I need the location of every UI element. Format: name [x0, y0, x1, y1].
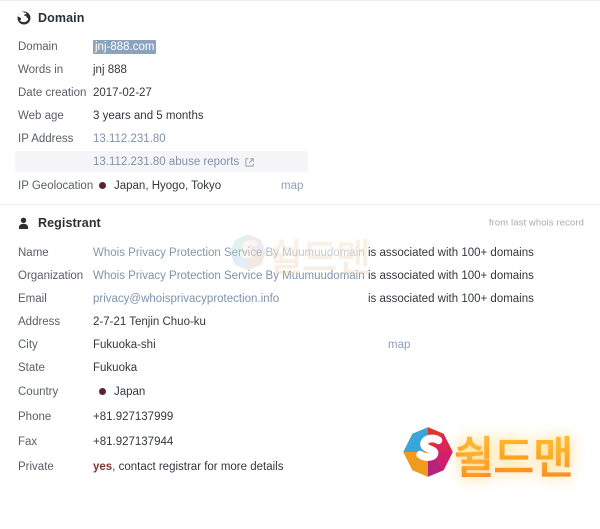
registrant-organization-link[interactable]: Whois Privacy Protection Service By Muum…	[93, 270, 365, 282]
row-label-web-age: Web age	[18, 109, 64, 122]
map-link-city[interactable]: map	[388, 339, 410, 351]
row-value-country: Japan	[93, 386, 398, 398]
table-row-city: City Fukuoka-shi map	[0, 333, 600, 356]
row-label-words-in: Words in	[18, 63, 64, 76]
external-link-icon	[244, 157, 255, 168]
row-value-words-in: jnj 888	[93, 63, 127, 76]
row-value-ip-address: 13.112.231.80	[93, 133, 398, 145]
map-link-geolocation[interactable]: map	[281, 180, 303, 192]
registrant-section-header: Registrant from last whois record	[0, 205, 600, 241]
row-label-country: Country	[18, 385, 59, 398]
table-row-country: Country Japan	[0, 379, 600, 404]
table-row-date-creation: Date creation 2017-02-27	[0, 81, 600, 104]
row-value-fax: +81.927137944	[93, 435, 174, 448]
row-value-address: 2-7-21 Tenjin Chuo-ku	[93, 315, 206, 328]
row-label-phone: Phone	[18, 410, 52, 423]
row-label-state: State	[18, 361, 45, 374]
row-value-organization: Whois Privacy Protection Service By Muum…	[93, 270, 368, 282]
abuse-reports-link[interactable]: 13.112.231.80 abuse reports	[93, 156, 239, 168]
registrant-rows: Name Whois Privacy Protection Service By…	[0, 241, 600, 479]
row-label-city: City	[18, 338, 38, 351]
table-row-organization: Organization Whois Privacy Protection Se…	[0, 264, 600, 287]
row-label-address: Address	[18, 315, 61, 328]
user-icon	[16, 216, 31, 231]
registrant-source-note: from last whois record	[488, 217, 584, 229]
row-label-email: Email	[18, 292, 47, 305]
private-note-text: , contact registrar for more details	[112, 460, 284, 473]
table-row-web-age: Web age 3 years and 5 months	[0, 104, 600, 127]
registrant-section-title: Registrant	[38, 216, 101, 230]
table-row-domain: Domain jnj-888.com	[0, 35, 600, 58]
row-value-date-creation: 2017-02-27	[93, 86, 152, 99]
domain-name-selected-text[interactable]: jnj-888.com	[93, 39, 157, 54]
table-row-fax: Fax +81.927137944	[0, 429, 600, 454]
table-row-private: Private yes, contact registrar for more …	[0, 454, 600, 479]
table-row-state: State Fukuoka	[0, 356, 600, 379]
country-dot-icon	[99, 182, 106, 189]
row-label-ip-geolocation: IP Geolocation	[18, 179, 94, 192]
table-row-address: Address 2-7-21 Tenjin Chuo-ku	[0, 310, 600, 333]
row-value-ip-geolocation: Japan, Hyogo, Tokyo	[93, 180, 398, 192]
organization-association-note: is associated with 100+ domains	[368, 269, 534, 282]
row-value-city: Fukuoka-shi	[93, 338, 156, 351]
row-label-date-creation: Date creation	[18, 86, 87, 99]
row-label-private: Private	[18, 460, 54, 473]
row-value-email: privacy@whoisprivacyprotection.info	[93, 293, 368, 305]
private-yes-value: yes	[93, 460, 113, 473]
table-row-words-in: Words in jnj 888	[0, 58, 600, 81]
row-label-fax: Fax	[18, 435, 38, 448]
whois-result-panel: Domain Domain jnj-888.com Words in jnj 8…	[0, 0, 600, 529]
ip-geolocation-text: Japan, Hyogo, Tokyo	[114, 179, 222, 192]
domain-section-title: Domain	[38, 11, 85, 25]
registrant-name-link[interactable]: Whois Privacy Protection Service By Muum…	[93, 247, 365, 259]
globe-icon	[16, 11, 31, 26]
table-row-abuse-reports[interactable]: 13.112.231.80 abuse reports	[0, 150, 600, 173]
ip-address-link[interactable]: 13.112.231.80	[93, 133, 166, 145]
row-value-web-age: 3 years and 5 months	[93, 109, 204, 122]
row-label-ip-address: IP Address	[18, 132, 74, 145]
table-row-ip-geolocation: IP Geolocation Japan, Hyogo, Tokyo map	[0, 173, 600, 198]
email-association-note: is associated with 100+ domains	[368, 292, 534, 305]
row-value-phone: +81.927137999	[93, 410, 174, 423]
table-row-email: Email privacy@whoisprivacyprotection.inf…	[0, 287, 600, 310]
row-label-name: Name	[18, 246, 49, 259]
table-row-ip-address: IP Address 13.112.231.80	[0, 127, 600, 150]
country-flag-dot-icon	[99, 388, 106, 395]
row-value-private: yes, contact registrar for more details	[93, 461, 398, 473]
row-value-state: Fukuoka	[93, 361, 138, 374]
registrant-email-link[interactable]: privacy@whoisprivacyprotection.info	[93, 293, 279, 305]
country-text: Japan	[114, 385, 146, 398]
row-value-name: Whois Privacy Protection Service By Muum…	[93, 247, 368, 259]
row-value-abuse-reports: 13.112.231.80 abuse reports	[93, 156, 398, 168]
table-row-phone: Phone +81.927137999	[0, 404, 600, 429]
row-label-organization: Organization	[18, 269, 84, 282]
table-row-name: Name Whois Privacy Protection Service By…	[0, 241, 600, 264]
row-value-domain: jnj-888.com	[93, 39, 398, 54]
domain-rows: Domain jnj-888.com Words in jnj 888 Date…	[0, 35, 600, 198]
domain-section-header: Domain	[0, 1, 600, 35]
name-association-note: is associated with 100+ domains	[368, 246, 534, 259]
row-label-domain: Domain	[18, 40, 58, 53]
